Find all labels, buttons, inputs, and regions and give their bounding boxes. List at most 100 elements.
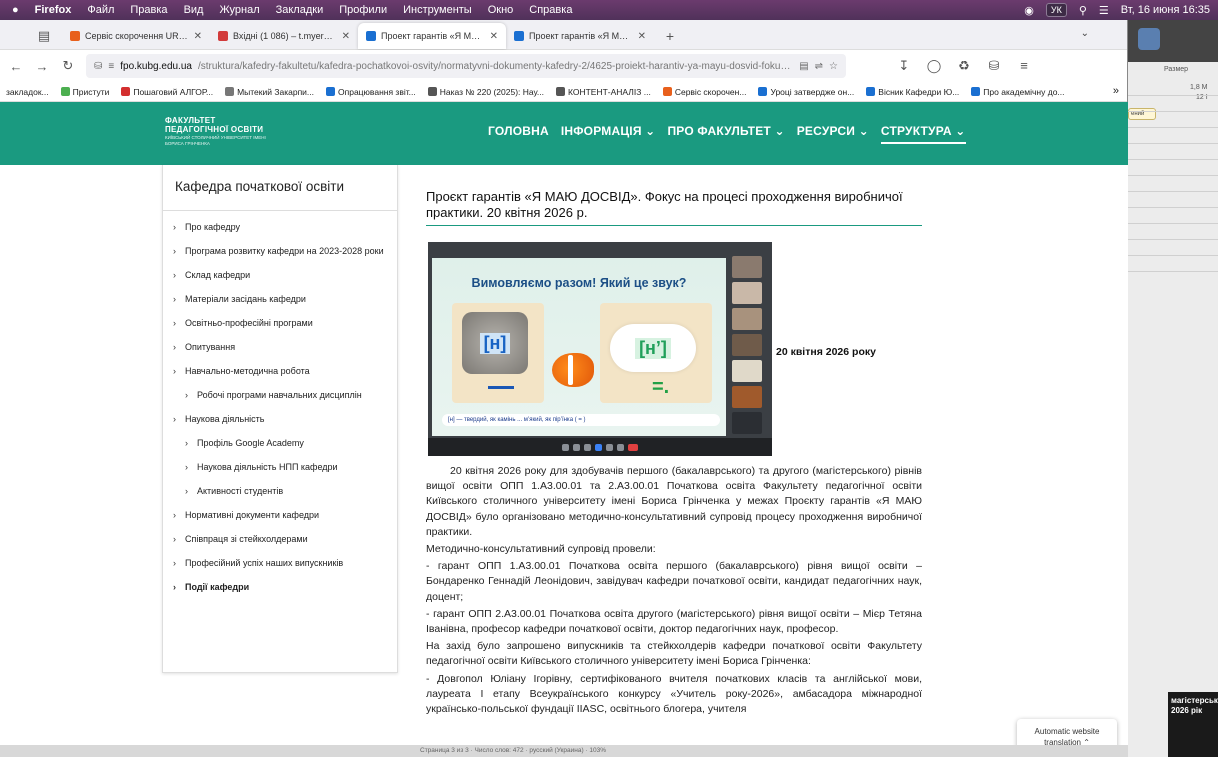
nav-information[interactable]: ІНФОРМАЦІЯ ⌄ <box>561 124 656 144</box>
menu-view[interactable]: Вид <box>184 4 204 16</box>
menu-edit[interactable]: Правка <box>130 4 167 16</box>
download-icon[interactable]: ↧ <box>896 58 912 74</box>
chevron-down-icon[interactable]: ⌄ <box>1081 28 1089 39</box>
participant-thumbnail <box>732 282 762 304</box>
tab-url-shortener[interactable]: Сервіс скорочення URL-адр ✕ <box>62 23 210 49</box>
reload-icon[interactable]: ↻ <box>60 58 76 74</box>
bookmark-item[interactable]: Вісник Кафедри Ю... <box>866 87 959 97</box>
account-icon[interactable]: ◯ <box>926 58 942 74</box>
chevron-right-icon: › <box>185 438 188 448</box>
bookmark-item[interactable]: Наказ № 220 (2025): Нау... <box>427 87 544 97</box>
bookmark-item[interactable]: Пошаговий АЛГОР... <box>121 87 213 97</box>
reader-view-icon[interactable]: ▤ <box>799 61 808 72</box>
article-paragraph: 20 квітня 2026 року для здобувачів першо… <box>426 465 922 538</box>
faculty-logo[interactable]: ФАКУЛЬТЕТ ПЕДАГОГІЧНОЇ ОСВІТИ КИЇВСЬКИЙ … <box>165 116 275 146</box>
sidebar-item-staff-research[interactable]: › Наукова діяльність НПП кафедри <box>173 461 391 473</box>
bookmark-star-icon[interactable]: ☆ <box>829 61 838 72</box>
background-status-bar: Страница 3 из 3 · Число слов: 472 · русс… <box>0 745 1128 757</box>
column-header-size: Размер <box>1164 66 1189 73</box>
sidebar-item-normative-docs[interactable]: › Нормативні документи кафедри <box>173 509 391 521</box>
menu-file[interactable]: Файл <box>87 4 114 16</box>
file-list <box>1128 80 1218 272</box>
bookmarks-overflow-button[interactable]: » <box>1113 85 1119 97</box>
menu-bookmarks[interactable]: Закладки <box>276 4 324 16</box>
menu-help[interactable]: Справка <box>529 4 572 16</box>
bookmark-icon <box>60 87 70 96</box>
sidebar-item-surveys[interactable]: › Опитування <box>173 341 391 353</box>
tab-project-active[interactable]: Проект гарантів «Я МАЮ ДОС ✕ <box>358 23 506 49</box>
bookmark-icon <box>427 87 437 96</box>
document-icon <box>1138 28 1160 50</box>
sidebar-item-google-academy[interactable]: › Профіль Google Academy <box>173 437 391 449</box>
nav-structure[interactable]: СТРУКТУРА ⌄ <box>880 124 966 144</box>
back-arrow-icon[interactable]: ← <box>8 59 24 74</box>
tab-project[interactable]: Проект гарантів «Я МАЮ ДОС ✕ <box>506 23 654 49</box>
sidebar-item-about[interactable]: › Про кафедру <box>173 221 391 233</box>
bookmark-folder[interactable]: закладок... <box>6 87 49 97</box>
sidebar-item-events[interactable]: › Події кафедри <box>173 581 391 593</box>
hamburger-menu-icon[interactable]: ≡ <box>1016 58 1032 74</box>
sidebar-item-meetings[interactable]: › Матеріали засідань кафедри <box>173 293 391 305</box>
keyboard-layout-badge[interactable]: УК <box>1045 3 1067 17</box>
nav-home[interactable]: ГОЛОВНА <box>488 124 549 144</box>
search-icon[interactable]: ⚲ <box>1079 4 1087 17</box>
chevron-right-icon: › <box>185 486 188 496</box>
participant-thumbnail <box>732 386 762 408</box>
sidebar-item-methodical-work[interactable]: › Навчально-методична робота <box>173 365 391 377</box>
shield-icon[interactable]: ⛁ <box>986 58 1002 74</box>
tab-inbox[interactable]: Вхідні (1 086) – t.myershikoruo ✕ <box>210 23 358 49</box>
apple-icon[interactable]: ● <box>12 4 19 16</box>
bookmark-item[interactable]: Сервіс скорочен... <box>662 87 746 97</box>
menu-firefox[interactable]: Firefox <box>35 4 72 16</box>
video-call-screenshot[interactable]: Вимовляємо разом! Який це звук? [н] [н’]… <box>428 242 772 456</box>
sidebar-item-research[interactable]: › Наукова діяльність <box>173 413 391 425</box>
hard-sound-label: [н] <box>479 332 511 354</box>
url-path: /struktura/kafedry-fakultetu/kafedra-poc… <box>197 60 794 72</box>
bookmark-item[interactable]: Опрацювання звіт... <box>326 87 416 97</box>
menubar-clock[interactable]: Вт, 16 июня 16:35 <box>1121 4 1210 16</box>
article-paragraph: - гарант ОПП 2.А3.00.01 Початкова освіта… <box>426 607 922 636</box>
navigation-toolbar: ← → ↻ ⛁ ≡ fpo.kubg.edu.ua /struktura/kaf… <box>0 50 1127 82</box>
status-icon[interactable]: ◉ <box>1024 4 1034 17</box>
presentation-slide: Вимовляємо разом! Який це звук? [н] [н’]… <box>432 258 726 436</box>
main-navigation: ГОЛОВНА ІНФОРМАЦІЯ ⌄ ПРО ФАКУЛЬТЕТ ⌄ РЕС… <box>488 124 966 144</box>
menu-profiles[interactable]: Профили <box>339 4 387 16</box>
site-info-icon[interactable]: ≡ <box>108 61 114 72</box>
close-icon[interactable]: ✕ <box>342 31 350 42</box>
shield-icon[interactable]: ⛁ <box>94 61 102 72</box>
participant-thumbnail <box>732 412 762 434</box>
sidebar-item-staff[interactable]: › Склад кафедри <box>173 269 391 281</box>
nav-resources[interactable]: РЕСУРСИ ⌄ <box>797 124 869 144</box>
url-bar[interactable]: ⛁ ≡ fpo.kubg.edu.ua /struktura/kafedry-f… <box>86 54 846 78</box>
sidebar-item-graduates-success[interactable]: › Професійний успіх наших випускників <box>173 557 391 569</box>
close-icon[interactable]: ✕ <box>490 31 498 42</box>
translate-icon[interactable]: ⇌ <box>815 61 823 72</box>
firefox-window: ▤ Сервіс скорочення URL-адр ✕ Вхідні (1 … <box>0 20 1128 757</box>
close-icon[interactable]: ✕ <box>194 31 202 42</box>
background-window[interactable]: Размер 1,8 М 12 I ений магістерськ 2026 … <box>1128 20 1218 757</box>
menu-history[interactable]: Журнал <box>219 4 259 16</box>
forward-arrow-icon[interactable]: → <box>34 59 50 74</box>
bookmark-item[interactable]: Про академічну до... <box>971 87 1065 97</box>
bookmark-item[interactable]: Уроці затвердже он... <box>758 87 854 97</box>
bookmark-icon <box>556 87 565 96</box>
chevron-right-icon: › <box>173 582 176 592</box>
extensions-icon[interactable]: ♻ <box>956 58 972 74</box>
bookmark-item[interactable]: КОНТЕНТ-АНАЛІЗ ... <box>556 87 651 97</box>
menu-window[interactable]: Окно <box>488 4 514 16</box>
bookmark-item[interactable]: Мытекий Закарпи... <box>225 87 314 97</box>
sidebar-item-programs[interactable]: › Освітньо-професійні програми <box>173 317 391 329</box>
figure-date: 20 квітня 2026 року <box>776 346 876 358</box>
sidebar-item-development-program[interactable]: › Програма розвитку кафедри на 2023-2028 … <box>173 245 391 257</box>
control-center-icon[interactable]: ☰ <box>1099 4 1109 17</box>
sidebar-item-stakeholders[interactable]: › Співпраця зі стейкхолдерами <box>173 533 391 545</box>
sidebar-item-student-activities[interactable]: › Активності студентів <box>173 485 391 497</box>
bookmark-item[interactable]: Пристути <box>60 87 109 97</box>
sidebar-toggle-icon[interactable]: ▤ <box>36 28 52 44</box>
bookmark-icon <box>225 87 235 96</box>
new-tab-plus-icon[interactable]: + <box>660 23 680 49</box>
close-icon[interactable]: ✕ <box>638 31 646 42</box>
sidebar-item-syllabi[interactable]: › Робочі програми навчальних дисциплін <box>173 389 391 401</box>
menu-tools[interactable]: Инструменты <box>403 4 472 16</box>
nav-about-faculty[interactable]: ПРО ФАКУЛЬТЕТ ⌄ <box>667 124 784 144</box>
